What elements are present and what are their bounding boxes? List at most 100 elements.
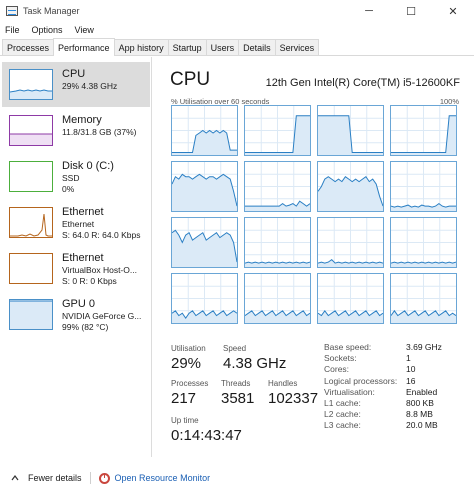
sidebar-item-ethernet[interactable]: Ethernet Ethernet S: 64.0 R: 64.0 Kbps — [2, 200, 150, 245]
window-title: Task Manager — [23, 6, 80, 16]
sidebar-memory-usage: 11.8/31.8 GB (37%) — [62, 127, 137, 137]
sidebar-ethernet-name: Ethernet — [62, 206, 104, 218]
sidebar-disk-name: Disk 0 (C:) — [62, 160, 114, 172]
menu-options[interactable]: Options — [32, 25, 63, 35]
spec-key: L2 cache: — [324, 409, 361, 420]
sidebar-ethernet-adapter: Ethernet — [62, 219, 95, 229]
sidebar-ethernet2-adapter: VirtualBox Host-O... — [62, 265, 137, 275]
logical-processor-graph — [171, 161, 238, 212]
processes-label: Processes — [171, 379, 209, 388]
page-title: CPU — [170, 69, 211, 90]
logical-processor-graph — [244, 105, 311, 156]
tab-services[interactable]: Services — [274, 39, 320, 55]
logical-processor-graph — [244, 217, 311, 268]
spec-value: Enabled — [406, 386, 438, 397]
logical-processor-graph — [171, 105, 238, 156]
resource-sidebar: CPU 29% 4.38 GHz Memory 11.8/31.8 GB (37… — [0, 57, 152, 457]
spec-row: Base speed: 3.69 GHz — [324, 342, 442, 353]
window-controls: ─ ☐ ✕ — [348, 0, 474, 22]
memory-thumbnail-graph — [9, 115, 53, 146]
spec-row: Logical processors: 16 — [324, 376, 442, 387]
sidebar-gpu-usage: 99% (82 °C) — [62, 322, 109, 332]
spec-value: 800 KB — [406, 397, 434, 408]
sidebar-item-memory[interactable]: Memory 11.8/31.8 GB (37%) — [2, 108, 150, 153]
fewer-details-link[interactable]: Fewer details — [28, 473, 82, 483]
utilisation-label: Utilisation — [171, 344, 206, 353]
spec-value: 1 — [406, 353, 411, 364]
menu-file[interactable]: File — [5, 25, 20, 35]
handles-value: 102337 — [268, 390, 319, 407]
cpu-model-name: 12th Gen Intel(R) Core(TM) i5-12600KF — [265, 77, 460, 89]
gpu-thumbnail-graph — [9, 299, 53, 330]
cpu-thumbnail-graph — [9, 69, 53, 100]
spec-row: Sockets: 1 — [324, 353, 442, 364]
sidebar-cpu-usage: 29% 4.38 GHz — [62, 81, 118, 91]
disk-thumbnail-graph — [9, 161, 53, 192]
spec-row: Virtualisation: Enabled — [324, 387, 442, 398]
sidebar-item-gpu[interactable]: GPU 0 NVIDIA GeForce G... 99% (82 °C) — [2, 292, 150, 337]
sidebar-item-ethernet-virtualbox[interactable]: Ethernet VirtualBox Host-O... S: 0 R: 0 … — [2, 246, 150, 291]
tab-details[interactable]: Details — [238, 39, 276, 55]
uptime-label: Up time — [171, 416, 199, 425]
logical-processor-graph — [244, 161, 311, 212]
speed-value: 4.38 GHz — [223, 355, 287, 372]
tab-users[interactable]: Users — [205, 39, 240, 55]
spec-key: Sockets: — [324, 353, 357, 364]
tab-app-history[interactable]: App history — [113, 39, 169, 55]
spec-value: 3.69 GHz — [406, 342, 442, 352]
logical-processor-graph — [317, 105, 384, 156]
spec-value: 8.8 MB — [406, 409, 433, 420]
uptime-value: 0:14:43:47 — [171, 427, 242, 444]
sidebar-gpu-name: GPU 0 — [62, 298, 96, 310]
sidebar-ethernet2-throughput: S: 0 R: 0 Kbps — [62, 276, 117, 286]
footer-bar: Fewer details Open Resource Monitor — [0, 468, 474, 488]
sidebar-disk-usage: 0% — [62, 184, 75, 194]
sidebar-disk-type: SSD — [62, 173, 80, 183]
chevron-up-icon[interactable] — [10, 473, 20, 483]
threads-value: 3581 — [221, 390, 255, 407]
minimize-button[interactable]: ─ — [348, 0, 390, 22]
spec-row: L1 cache: 800 KB — [324, 398, 442, 409]
tab-strip: Processes Performance App history Startu… — [0, 38, 474, 56]
tab-performance[interactable]: Performance — [53, 38, 115, 56]
spec-key: L3 cache: — [324, 420, 361, 431]
threads-label: Threads — [221, 379, 251, 388]
sidebar-item-cpu[interactable]: CPU 29% 4.38 GHz — [2, 62, 150, 107]
sidebar-gpu-model: NVIDIA GeForce G... — [62, 311, 142, 321]
handles-label: Handles — [268, 379, 298, 388]
sidebar-ethernet-throughput: S: 64.0 R: 64.0 Kbps — [62, 230, 141, 240]
title-bar: Task Manager ─ ☐ ✕ — [0, 0, 474, 22]
logical-processor-graph — [317, 161, 384, 212]
tab-processes[interactable]: Processes — [2, 39, 55, 55]
sidebar-ethernet2-name: Ethernet — [62, 252, 104, 264]
cpu-specs-table: Base speed: 3.69 GHz Sockets: 1 Cores: 10 L… — [324, 342, 442, 432]
maximize-button[interactable]: ☐ — [390, 0, 432, 22]
logical-processor-graph — [390, 105, 457, 156]
spec-key: Logical processors: — [324, 375, 398, 386]
spec-row: L3 cache: 20.0 MB — [324, 420, 442, 431]
spec-key: Cores: — [324, 364, 350, 375]
close-button[interactable]: ✕ — [432, 0, 474, 22]
spec-key: L1 cache: — [324, 397, 361, 408]
logical-processor-graph — [171, 273, 238, 324]
tab-startup[interactable]: Startup — [167, 39, 207, 55]
ethernet-virtualbox-thumbnail-graph — [9, 253, 53, 284]
logical-processor-graph — [317, 217, 384, 268]
logical-processor-graph — [244, 273, 311, 324]
spec-value: 10 — [406, 364, 416, 375]
spec-value: 16 — [406, 375, 416, 386]
menu-bar: File Options View — [0, 22, 474, 38]
footer-divider — [89, 472, 91, 484]
menu-view[interactable]: View — [75, 25, 94, 35]
spec-row: L2 cache: 8.8 MB — [324, 409, 442, 420]
spec-value: 20.0 MB — [406, 420, 438, 431]
logical-processor-graph — [390, 161, 457, 212]
sidebar-cpu-name: CPU — [62, 68, 86, 80]
spec-row: Cores: 10 — [324, 364, 442, 375]
logical-processor-graph — [390, 273, 457, 324]
sidebar-item-disk[interactable]: Disk 0 (C:) SSD 0% — [2, 154, 150, 199]
sidebar-memory-name: Memory — [62, 114, 102, 126]
utilisation-value: 29% — [171, 355, 202, 372]
open-resource-monitor-link[interactable]: Open Resource Monitor — [115, 473, 211, 483]
processes-value: 217 — [171, 390, 197, 407]
